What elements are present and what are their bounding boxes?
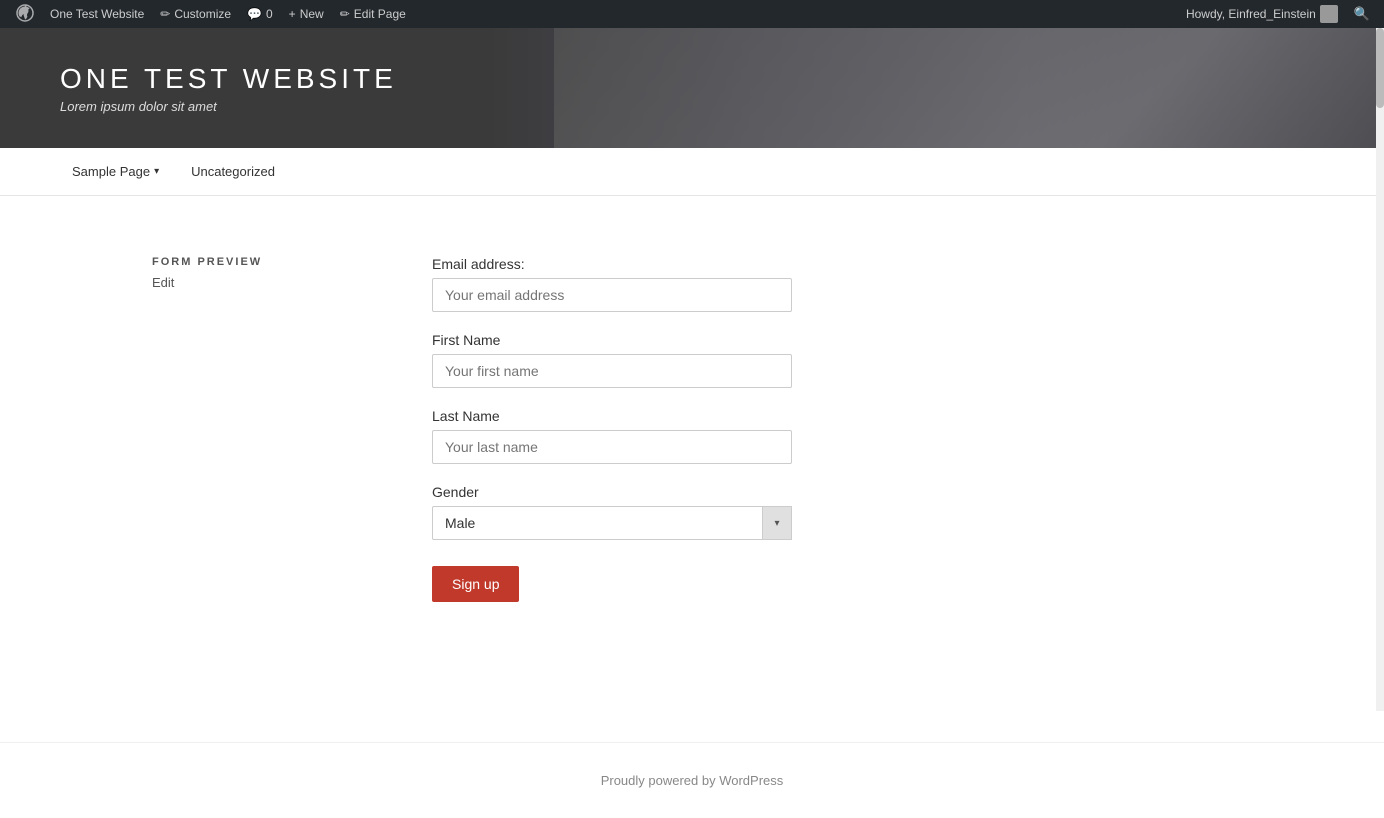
new-button[interactable]: + New <box>281 0 332 28</box>
site-name-label: One Test Website <box>50 7 144 21</box>
edit-link[interactable]: Edit <box>152 275 174 290</box>
new-label: New <box>300 7 324 21</box>
gender-label: Gender <box>432 484 792 500</box>
user-greeting[interactable]: Howdy, Einfred_Einstein <box>1180 0 1344 28</box>
plus-icon: + <box>289 7 296 21</box>
nav-item-uncategorized[interactable]: Uncategorized <box>179 148 287 195</box>
page-wrapper: ONE TEST WEBSITE Lorem ipsum dolor sit a… <box>0 28 1384 818</box>
nav-label-uncategorized: Uncategorized <box>191 164 275 179</box>
edit-page-icon: ✏ <box>340 7 350 21</box>
left-column: FORM PREVIEW Edit <box>152 256 352 602</box>
howdy-text: Howdy, Einfred_Einstein <box>1186 7 1316 21</box>
email-group: Email address: <box>432 256 792 312</box>
site-title: ONE TEST WEBSITE <box>60 63 1384 95</box>
comments-count: 0 <box>266 7 273 21</box>
first-name-label: First Name <box>432 332 792 348</box>
edit-page-label: Edit Page <box>354 7 406 21</box>
first-name-input[interactable] <box>432 354 792 388</box>
search-icon: 🔍 <box>1354 6 1370 22</box>
site-tagline: Lorem ipsum dolor sit amet <box>60 99 1384 114</box>
gender-select-wrapper: Male Female Other ▾ <box>432 506 792 540</box>
first-name-group: First Name <box>432 332 792 388</box>
customize-label: Customize <box>174 7 231 21</box>
chevron-down-icon: ▾ <box>154 166 159 177</box>
email-label: Email address: <box>432 256 792 272</box>
form-preview-label: FORM PREVIEW <box>152 256 352 268</box>
sign-up-button[interactable]: Sign up <box>432 566 519 602</box>
user-avatar <box>1320 5 1338 23</box>
form-column: Email address: First Name Last Name Gend… <box>432 256 792 602</box>
search-button[interactable]: 🔍 <box>1348 0 1376 28</box>
main-content: FORM PREVIEW Edit Email address: First N… <box>92 196 1292 662</box>
customize-button[interactable]: ✏ Customize <box>152 0 239 28</box>
gender-group: Gender Male Female Other ▾ <box>432 484 792 540</box>
site-footer: Proudly powered by WordPress <box>0 742 1384 818</box>
nav-item-sample-page[interactable]: Sample Page ▾ <box>60 148 171 195</box>
admin-bar: One Test Website ✏ Customize 💬 0 + New ✏… <box>0 0 1384 28</box>
comments-button[interactable]: 💬 0 <box>239 0 281 28</box>
admin-bar-right: Howdy, Einfred_Einstein 🔍 <box>1180 0 1376 28</box>
wp-icon <box>16 4 34 25</box>
wp-logo-button[interactable] <box>8 0 42 28</box>
site-name-button[interactable]: One Test Website <box>42 0 152 28</box>
site-header: ONE TEST WEBSITE Lorem ipsum dolor sit a… <box>0 28 1384 148</box>
gender-select[interactable]: Male Female Other <box>432 506 792 540</box>
last-name-label: Last Name <box>432 408 792 424</box>
footer-text: Proudly powered by WordPress <box>601 773 784 788</box>
last-name-input[interactable] <box>432 430 792 464</box>
customize-icon: ✏ <box>160 7 170 21</box>
last-name-group: Last Name <box>432 408 792 464</box>
email-input[interactable] <box>432 278 792 312</box>
site-navigation: Sample Page ▾ Uncategorized <box>0 148 1384 196</box>
comments-icon: 💬 <box>247 7 262 21</box>
scrollbar-track[interactable] <box>1376 28 1384 711</box>
edit-page-button[interactable]: ✏ Edit Page <box>332 0 414 28</box>
nav-label-sample-page: Sample Page <box>72 164 150 179</box>
